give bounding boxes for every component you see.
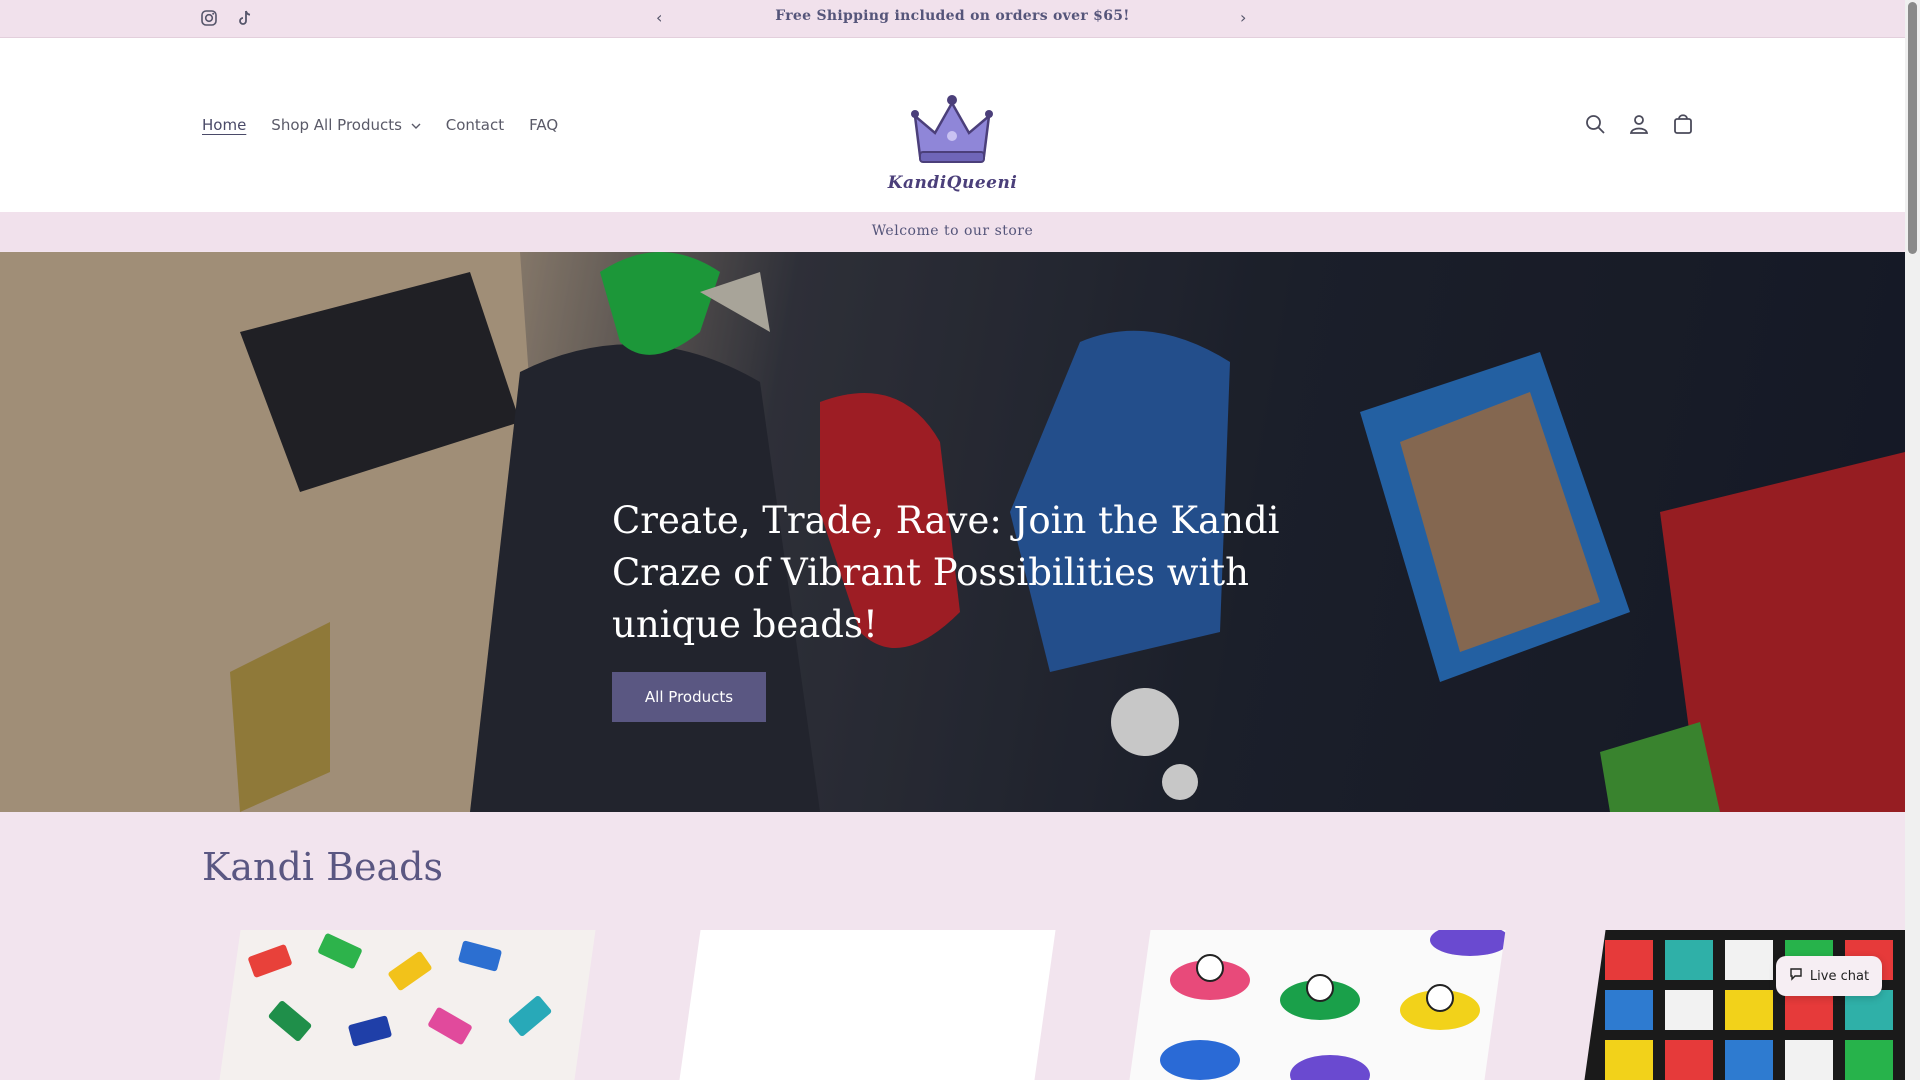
live-chat-label: Live chat	[1809, 968, 1870, 984]
header-icons	[1584, 113, 1694, 135]
crown-icon	[911, 95, 993, 163]
announcement-bar: ‹ Free Shipping included on orders over …	[0, 0, 1905, 38]
chevron-down-icon	[411, 116, 421, 134]
scrollbar-thumb[interactable]	[1908, 2, 1917, 254]
welcome-banner: Welcome to our store	[0, 212, 1905, 251]
nav-home[interactable]: Home	[202, 116, 246, 134]
hero-banner: Create, Trade, Rave: Join the Kandi Craz…	[0, 252, 1905, 812]
bead-card-alien-ufo[interactable]	[1129, 930, 1506, 1080]
bead-card-side-quest[interactable]	[1584, 930, 1920, 1080]
hero-title: Create, Trade, Rave: Join the Kandi Craz…	[612, 499, 1280, 646]
collection-title: Kandi Beads	[202, 845, 443, 889]
bead-card-blank[interactable]	[679, 930, 1056, 1080]
nav-faq[interactable]: FAQ	[529, 116, 558, 134]
nav-shop-all-products[interactable]: Shop All Products	[271, 116, 421, 134]
live-chat-button[interactable]: Live chat	[1776, 956, 1882, 996]
announcement-text: Free Shipping included on orders over $6…	[775, 8, 1130, 24]
search-icon[interactable]	[1584, 113, 1606, 135]
all-products-button[interactable]: All Products	[612, 672, 766, 722]
chat-bubble-icon	[1789, 967, 1803, 985]
nav-shop-label: Shop All Products	[271, 116, 402, 134]
cart-icon[interactable]	[1672, 113, 1694, 135]
main-nav: Home Shop All Products Contact FAQ	[202, 116, 558, 134]
site-header: Home Shop All Products Contact FAQ Kandi…	[0, 38, 1905, 212]
account-icon[interactable]	[1628, 113, 1650, 135]
store-logo[interactable]: KandiQueeni	[885, 78, 1020, 198]
nav-contact[interactable]: Contact	[446, 116, 504, 134]
announcement-next-button[interactable]: ›	[1240, 8, 1246, 27]
page-scrollbar[interactable]	[1905, 0, 1920, 1080]
logo-wordmark: KandiQueeni	[887, 173, 1018, 193]
bead-card-rainbow-tubes[interactable]	[219, 930, 596, 1080]
